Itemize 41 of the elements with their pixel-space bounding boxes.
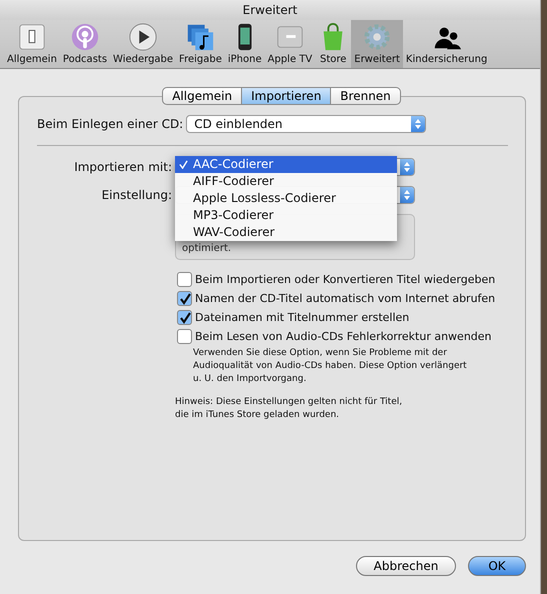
toolbar-item[interactable]: Freigabe: [176, 20, 225, 68]
toolbar-item[interactable]: Store: [315, 20, 352, 68]
ok-button[interactable]: OK: [468, 556, 526, 576]
checkbox-label: Dateinamen mit Titelnummer erstellen: [195, 311, 410, 324]
stepper-arrows-icon: [400, 159, 414, 175]
note-text: Hinweis: Diese Einstellungen gelten nicht für Titel, die im iTunes Store geladen wurden.: [175, 396, 404, 422]
checkbox[interactable]: [177, 291, 192, 306]
toolbar-item[interactable]: Wiedergabe: [110, 20, 176, 68]
toolbar-item[interactable]: Erweitert: [351, 20, 403, 68]
window-title: Erweitert: [242, 3, 298, 17]
description-text: Verwenden Sie diese Option, wenn Sie Probleme mit der Audioqualität von Audio-CDs haben. Diese Option verlängert u. U. den Importvorgang.: [193, 347, 468, 386]
dropdown[interactable]: CD einblenden: [186, 115, 426, 133]
menu-item[interactable]: AAC-Codierer: [175, 156, 397, 173]
field-label: Einstellung:: [100, 188, 172, 202]
checkbox[interactable]: [177, 272, 192, 287]
podcast-icon: [70, 22, 100, 52]
checkbox-label: Namen der CD-Titel automatisch vom Internet abrufen: [195, 292, 496, 305]
toolbar-item[interactable]: iPhone: [224, 20, 265, 68]
gear-icon: [362, 22, 392, 52]
menu-item[interactable]: AIFF-Codierer: [175, 173, 397, 190]
checkmark-icon: [179, 160, 188, 169]
toolbar-item[interactable]: Apple TV: [264, 20, 316, 68]
toolbar-item[interactable]: Kindersicherung: [402, 20, 490, 68]
toolbar-item[interactable]: Podcasts: [60, 20, 110, 68]
checkbox-label: Beim Importieren oder Konvertieren Titel wiedergeben: [195, 273, 496, 286]
switch-icon: [16, 22, 47, 52]
music-note-icon: [185, 22, 216, 52]
checkbox[interactable]: [177, 329, 192, 344]
tab[interactable]: Importieren: [241, 87, 332, 105]
stepper-arrows-icon: [411, 116, 426, 132]
cancel-button[interactable]: Abbrechen: [356, 556, 456, 576]
stepper-arrows-icon: [400, 187, 414, 203]
checkbox-label: Beim Lesen von Audio-CDs Fehlerkorrektur anwenden: [195, 330, 492, 343]
menu-item[interactable]: WAV-Codierer: [175, 224, 397, 241]
tab[interactable]: Brennen: [330, 87, 401, 105]
field-label: Beim Einlegen einer CD:: [37, 117, 184, 131]
field-label: Importieren mit:: [73, 160, 172, 174]
checkbox[interactable]: [177, 310, 192, 325]
toolbar-item[interactable]: Allgemein: [4, 20, 60, 68]
menu-item[interactable]: Apple Lossless-Codierer: [175, 190, 397, 207]
tab[interactable]: Allgemein: [162, 87, 242, 105]
